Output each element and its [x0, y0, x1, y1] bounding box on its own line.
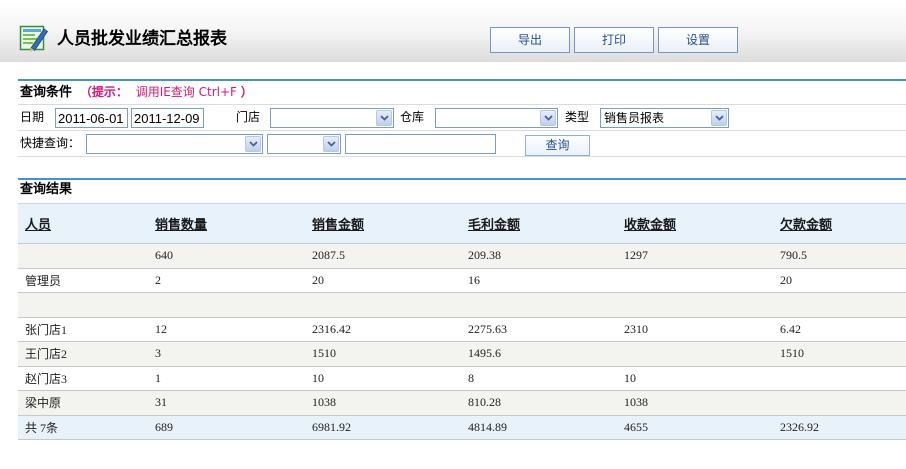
warehouse-label: 仓库: [400, 110, 425, 124]
cell-person: 赵门店3: [25, 371, 68, 386]
chevron-down-icon[interactable]: [540, 110, 556, 126]
cell-owed-amount: 790.5: [780, 248, 807, 263]
table-row: 赵门店3 1 10 8 10: [18, 367, 906, 391]
results-table: 人员 销售数量 销售金额 毛利金额 收款金额 欠款金额 640 2087.5 209.38 12…: [18, 203, 906, 440]
query-section-rule: [18, 79, 906, 81]
column-header-owed-amount[interactable]: 欠款金额: [773, 214, 906, 233]
column-header-sales-qty[interactable]: 销售数量: [148, 214, 305, 233]
query-hint-text: 调用IE查询 Ctrl+F: [135, 85, 237, 99]
cell-sales-amount: 1038: [312, 395, 336, 410]
results-section-rule: [18, 178, 906, 180]
chevron-down-icon[interactable]: [245, 136, 261, 152]
cell-owed-amount: 2326.92: [780, 419, 819, 434]
report-edit-icon: [19, 23, 49, 53]
table-row: 640 2087.5 209.38 1297 790.5: [18, 244, 906, 269]
cell-owed-amount: 1510: [780, 346, 804, 361]
cell-sales-qty: 2: [155, 272, 161, 287]
export-button[interactable]: 导出: [490, 27, 570, 53]
results-section-title: 查询结果: [20, 182, 73, 197]
cell-person: 张门店1: [25, 322, 68, 337]
column-header-received-amount[interactable]: 收款金额: [617, 214, 773, 233]
date-to-input[interactable]: [131, 108, 204, 128]
settings-button[interactable]: 设置: [658, 27, 738, 53]
cell-sales-qty: 689: [155, 419, 173, 434]
table-body: 640 2087.5 209.38 1297 790.5 管理员 2 20 16 20 张门店1 12…: [18, 244, 906, 440]
cell-person: 王门店2: [25, 347, 68, 362]
table-header-row: 人员 销售数量 销售金额 毛利金额 收款金额 欠款金额: [18, 203, 906, 244]
warehouse-select[interactable]: [435, 108, 558, 128]
cell-sales-amount: 2087.5: [312, 248, 345, 263]
query-section-header: 查询条件 （提示： 调用IE查询 Ctrl+F ）: [20, 84, 253, 100]
table-row: [18, 293, 906, 318]
cell-received-amount: 1297: [624, 248, 648, 263]
cell-gross-profit: 2275.63: [468, 321, 507, 336]
quick-operator-select[interactable]: [267, 134, 341, 154]
cell-owed-amount: 6.42: [780, 321, 801, 336]
type-select[interactable]: 销售员报表: [600, 108, 729, 128]
cell-gross-profit: 209.38: [468, 248, 501, 263]
store-select[interactable]: [270, 108, 394, 128]
date-from-input[interactable]: [55, 108, 128, 128]
cell-gross-profit: 810.28: [468, 395, 501, 410]
cell-sales-qty: 1: [155, 370, 161, 385]
cell-sales-qty: 31: [155, 395, 167, 410]
row-divider: [18, 156, 906, 157]
column-header-person[interactable]: 人员: [18, 214, 148, 233]
table-row: 梁中原 31 1038 810.28 1038: [18, 391, 906, 416]
cell-sales-qty: 640: [155, 248, 173, 263]
cell-owed-amount: 20: [780, 272, 792, 287]
table-total-row: 共 7条 689 6981.92 4814.89 4655 2326.92: [18, 415, 906, 440]
query-hint-close: ）: [240, 85, 253, 99]
chevron-down-icon[interactable]: [376, 110, 392, 126]
search-button[interactable]: 查询: [525, 135, 590, 156]
table-row: 王门店2 3 1510 1495.6 1510: [18, 342, 906, 367]
cell-person: 管理员: [25, 273, 62, 288]
cell-sales-amount: 6981.92: [312, 419, 351, 434]
cell-sales-amount: 20: [312, 272, 324, 287]
cell-received-amount: 4655: [624, 419, 648, 434]
table-row: 张门店1 12 2316.42 2275.63 2310 6.42: [18, 318, 906, 342]
type-select-value: 销售员报表: [604, 111, 665, 125]
quick-search-label: 快捷查询：: [20, 136, 81, 150]
quick-field-select[interactable]: [86, 134, 263, 154]
chevron-down-icon[interactable]: [323, 136, 339, 152]
row-divider: [18, 104, 906, 105]
query-section-title: 查询条件: [20, 85, 73, 100]
store-label: 门店: [236, 110, 261, 124]
query-hint-open: （提示：: [79, 85, 128, 99]
cell-received-amount: 10: [624, 370, 636, 385]
cell-person: 梁中原: [25, 396, 62, 411]
cell-received-amount: 2310: [624, 321, 648, 336]
cell-sales-amount: 10: [312, 370, 324, 385]
page-header: 人员批发业绩汇总报表 导出 打印 设置: [0, 0, 906, 62]
row-divider: [18, 130, 906, 131]
cell-gross-profit: 16: [468, 272, 480, 287]
cell-sales-amount: 1510: [312, 346, 336, 361]
cell-sales-amount: 2316.42: [312, 321, 351, 336]
page-title: 人员批发业绩汇总报表: [57, 29, 227, 49]
cell-gross-profit: 4814.89: [468, 419, 507, 434]
print-button[interactable]: 打印: [574, 27, 654, 53]
column-header-sales-amount[interactable]: 销售金额: [305, 214, 461, 233]
cell-person: 共 7条: [25, 420, 59, 435]
cell-gross-profit: 8: [468, 370, 474, 385]
cell-sales-qty: 12: [155, 321, 167, 336]
date-label: 日期: [20, 110, 45, 124]
column-header-gross-profit[interactable]: 毛利金额: [461, 214, 617, 233]
cell-sales-qty: 3: [155, 346, 161, 361]
table-row: 管理员 2 20 16 20: [18, 269, 906, 293]
cell-gross-profit: 1495.6: [468, 346, 501, 361]
cell-received-amount: 1038: [624, 395, 648, 410]
type-label: 类型: [565, 110, 590, 124]
quick-keyword-input[interactable]: [345, 134, 496, 154]
chevron-down-icon[interactable]: [711, 110, 727, 126]
